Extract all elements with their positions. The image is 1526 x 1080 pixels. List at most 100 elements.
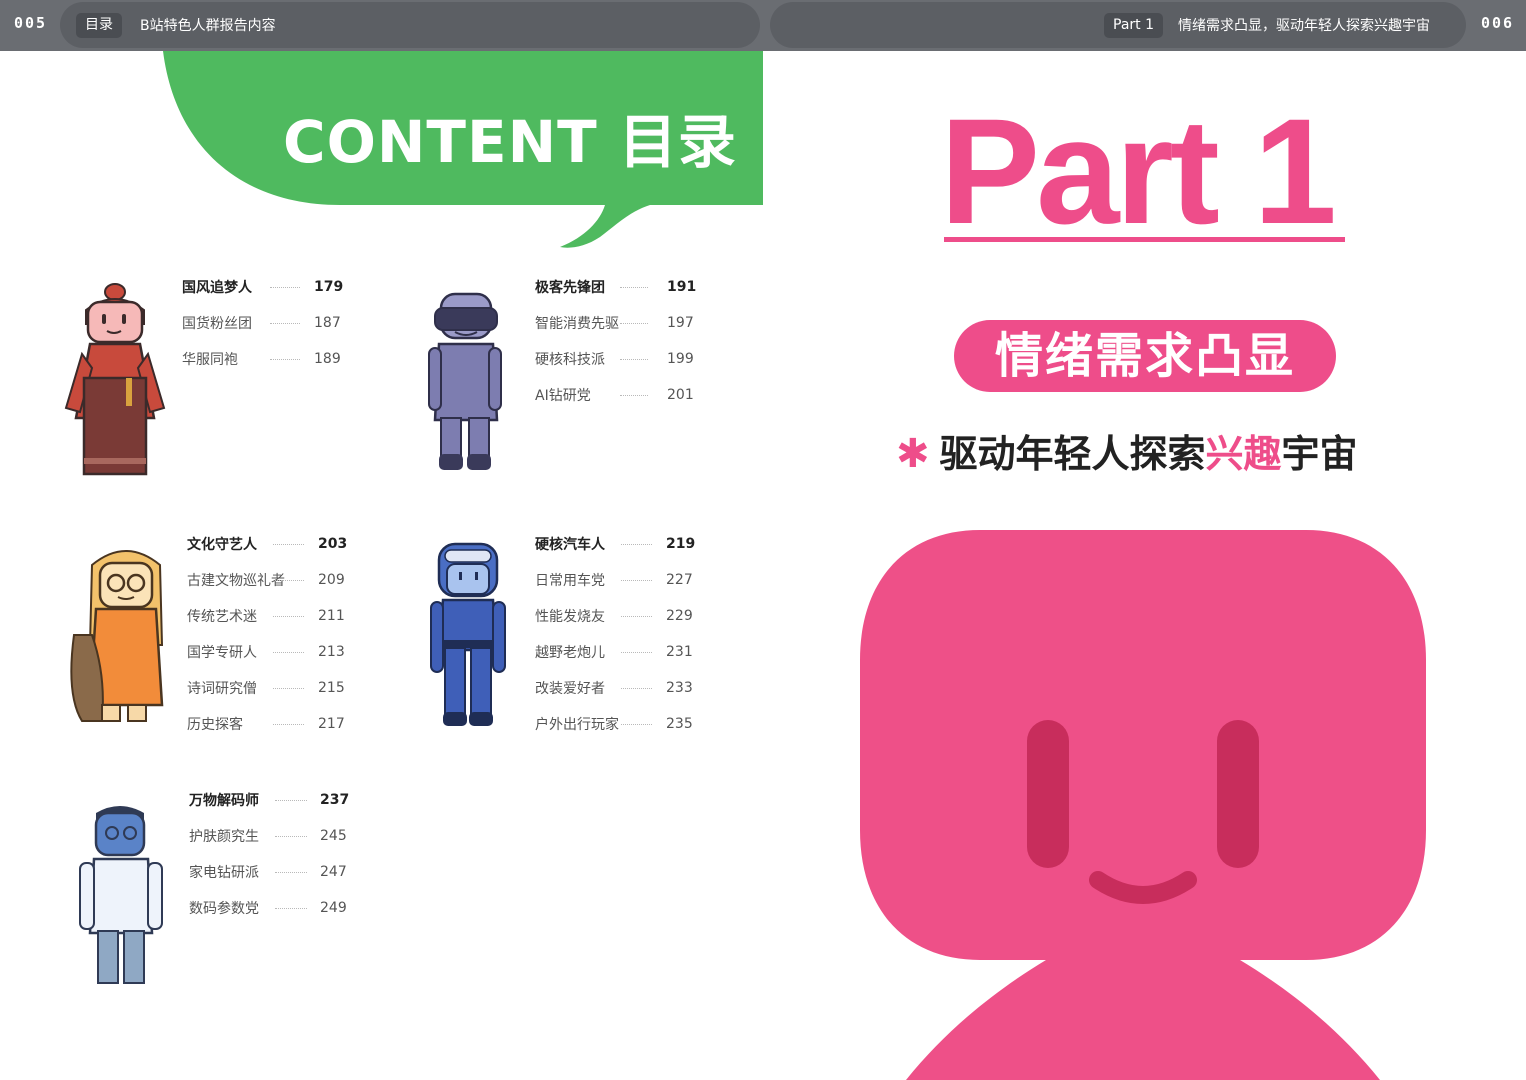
toc-page-number: 233: [666, 680, 693, 696]
left-page-number: 005: [14, 14, 48, 32]
subtitle-text-before: 驱动年轻人探索: [939, 432, 1206, 476]
part-theme-text: 情绪需求凸显: [994, 328, 1295, 384]
toc-section-heading[interactable]: 极客先锋团 191: [535, 276, 697, 298]
toc-label: 护肤颜究生: [189, 829, 259, 845]
toc-entry[interactable]: 智能消费先驱 197: [535, 312, 697, 334]
toc-entry[interactable]: 传统艺术迷 211: [187, 605, 348, 627]
toc-label: 古建文物巡礼者: [187, 573, 285, 589]
toc-leader-dots: [270, 287, 300, 288]
toc-leader-dots: [273, 544, 304, 545]
toc-label: 改装爱好者: [535, 681, 605, 697]
toc-label: 数码参数党: [189, 901, 259, 917]
toc-entry[interactable]: AI钻研党 201: [535, 384, 697, 406]
toc-entry[interactable]: 性能发烧友 229: [535, 605, 696, 627]
toc-label: 文化守艺人: [187, 537, 257, 553]
toc-section-heading[interactable]: 国风追梦人 179: [182, 276, 344, 298]
lab-scientist-icon: [79, 806, 163, 984]
toc-leader-dots: [275, 800, 307, 801]
left-header-title: B站特色人群报告内容: [140, 18, 276, 34]
toc-label: 诗词研究僧: [187, 681, 257, 697]
toc-page-number: 197: [667, 315, 694, 331]
toc-entry[interactable]: 古建文物巡礼者 209: [187, 569, 348, 591]
toc-entry[interactable]: 诗词研究僧 215: [187, 677, 348, 699]
toc-page-number: 217: [318, 716, 345, 732]
top-bar: 005 目录 B站特色人群报告内容 Part 1 情绪需求凸显，驱动年轻人探索兴…: [0, 0, 1526, 51]
toc-page-number: 229: [666, 608, 693, 624]
toc-leader-dots: [620, 359, 648, 360]
toc-section-heading[interactable]: 万物解码师 237: [189, 789, 350, 811]
toc-page-number: 219: [666, 536, 696, 552]
toc-entry[interactable]: 硬核科技派 199: [535, 348, 697, 370]
toc-label: 国学专研人: [187, 645, 257, 661]
toc-leader-dots: [273, 724, 304, 725]
toc-leader-dots: [270, 359, 300, 360]
toc-label: 智能消费先驱: [535, 316, 619, 332]
toc-page-number: 179: [314, 279, 344, 295]
toc-entry[interactable]: 改装爱好者 233: [535, 677, 696, 699]
asterisk-icon: ✱: [896, 431, 930, 477]
toc-leader-dots: [273, 616, 304, 617]
toc-leader-dots: [621, 652, 652, 653]
right-header-title: 情绪需求凸显，驱动年轻人探索兴趣宇宙: [1178, 18, 1430, 34]
toc-entry[interactable]: 日常用车党 227: [535, 569, 696, 591]
toc-leader-dots: [621, 688, 652, 689]
toc-page-number: 247: [320, 864, 347, 880]
toc-entry[interactable]: 国货粉丝团 187: [182, 312, 344, 334]
smiling-mascot-icon: [860, 530, 1426, 1080]
toc-page-number: 237: [320, 792, 350, 808]
toc-label: 硬核汽车人: [535, 537, 605, 553]
subtitle-text-after: 宇宙: [1281, 432, 1358, 476]
toc-page-number: 199: [667, 351, 694, 367]
toc-label: 国风追梦人: [182, 280, 252, 296]
toc-section-heading[interactable]: 文化守艺人 203: [187, 533, 348, 555]
toc-entry[interactable]: 越野老炮儿 231: [535, 641, 696, 663]
toc-label: 历史探客: [187, 717, 243, 733]
toc-entry[interactable]: 数码参数党 249: [189, 897, 350, 919]
toc-entry[interactable]: 华服同袍 189: [182, 348, 344, 370]
toc-entry[interactable]: 家电钻研派 247: [189, 861, 350, 883]
part-underline: [944, 237, 1345, 242]
toc-page-number: 215: [318, 680, 345, 696]
toc-label: 极客先锋团: [535, 280, 605, 296]
toc-page-number: 235: [666, 716, 693, 732]
toc-label: 华服同袍: [182, 352, 238, 368]
toc-leader-dots: [620, 395, 648, 396]
part-subtitle: ✱ 驱动年轻人探索兴趣宇宙: [896, 423, 1358, 477]
toc-entry[interactable]: 护肤颜究生 245: [189, 825, 350, 847]
right-section-tag: Part 1: [1104, 13, 1163, 38]
right-page-number: 006: [1481, 14, 1515, 32]
toc-leader-dots: [275, 872, 307, 873]
toc-leader-dots: [275, 836, 307, 837]
toc-page-number: 231: [666, 644, 693, 660]
toc-leader-dots: [621, 724, 652, 725]
toc-page-number: 249: [320, 900, 347, 916]
toc-entry[interactable]: 国学专研人 213: [187, 641, 348, 663]
toc-leader-dots: [273, 688, 304, 689]
toc-label: 越野老炮儿: [535, 645, 605, 661]
toc-label: 万物解码师: [189, 793, 259, 809]
toc-page-number: 203: [318, 536, 348, 552]
toc-label: 性能发烧友: [535, 609, 605, 625]
toc-entry[interactable]: 历史探客 217: [187, 713, 348, 735]
toc-page-number: 201: [667, 387, 694, 403]
toc-page-number: 227: [666, 572, 693, 588]
vr-geek-icon: [428, 292, 502, 470]
toc-label: 日常用车党: [535, 573, 605, 589]
content-title: CONTENT 目录: [283, 108, 737, 176]
part-theme-pill: 情绪需求凸显: [954, 320, 1336, 392]
toc-page-number: 209: [318, 572, 345, 588]
toc-leader-dots: [273, 652, 304, 653]
subtitle-highlight: 兴趣: [1205, 432, 1282, 476]
toc-leader-dots: [270, 323, 300, 324]
toc-entry[interactable]: 户外出行玩家 235: [535, 713, 696, 735]
toc-label: 户外出行玩家: [535, 717, 619, 733]
toc-leader-dots: [621, 580, 652, 581]
toc-section-heading[interactable]: 硬核汽车人 219: [535, 533, 696, 555]
toc-leader-dots: [620, 323, 648, 324]
toc-page-number: 211: [318, 608, 345, 624]
toc-label: 家电钻研派: [189, 865, 259, 881]
toc-label: 国货粉丝团: [182, 316, 252, 332]
left-section-tag: 目录: [76, 13, 122, 38]
toc-page-number: 189: [314, 351, 341, 367]
toc-page-number: 213: [318, 644, 345, 660]
